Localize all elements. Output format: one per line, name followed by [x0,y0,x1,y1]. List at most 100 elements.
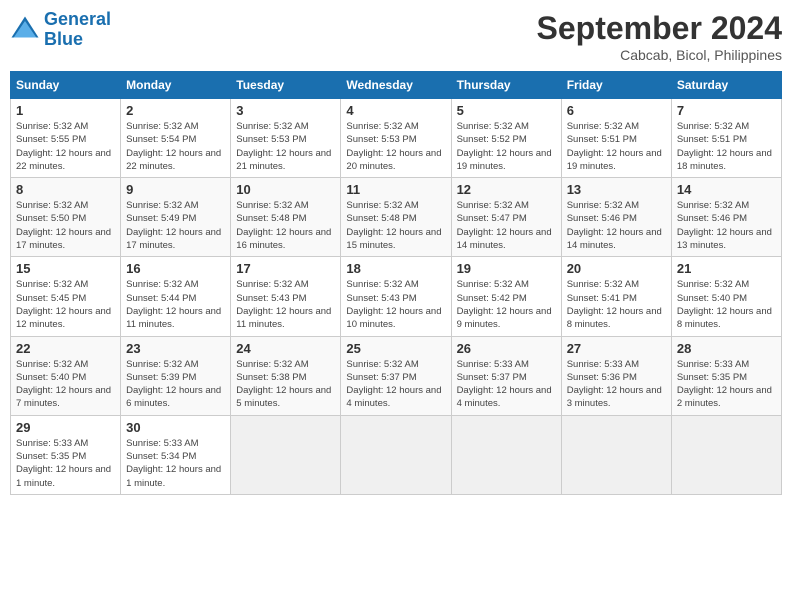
day-info: Sunrise: 5:32 AM Sunset: 5:51 PM Dayligh… [677,120,776,173]
calendar-week-row: 8 Sunrise: 5:32 AM Sunset: 5:50 PM Dayli… [11,178,782,257]
calendar-cell: 14 Sunrise: 5:32 AM Sunset: 5:46 PM Dayl… [671,178,781,257]
day-info: Sunrise: 5:32 AM Sunset: 5:46 PM Dayligh… [567,199,666,252]
day-info: Sunrise: 5:32 AM Sunset: 5:39 PM Dayligh… [126,358,225,411]
calendar-cell: 26 Sunrise: 5:33 AM Sunset: 5:37 PM Dayl… [451,336,561,415]
day-number: 4 [346,103,445,118]
day-number: 16 [126,261,225,276]
day-number: 22 [16,341,115,356]
calendar-cell: 3 Sunrise: 5:32 AM Sunset: 5:53 PM Dayli… [231,99,341,178]
weekday-header-tuesday: Tuesday [231,72,341,99]
weekday-header-row: SundayMondayTuesdayWednesdayThursdayFrid… [11,72,782,99]
calendar-cell: 25 Sunrise: 5:32 AM Sunset: 5:37 PM Dayl… [341,336,451,415]
day-info: Sunrise: 5:33 AM Sunset: 5:37 PM Dayligh… [457,358,556,411]
calendar-cell [671,415,781,494]
day-number: 12 [457,182,556,197]
logo-line1: General [44,9,111,29]
day-info: Sunrise: 5:32 AM Sunset: 5:47 PM Dayligh… [457,199,556,252]
calendar-cell: 4 Sunrise: 5:32 AM Sunset: 5:53 PM Dayli… [341,99,451,178]
day-info: Sunrise: 5:32 AM Sunset: 5:37 PM Dayligh… [346,358,445,411]
day-number: 27 [567,341,666,356]
day-info: Sunrise: 5:32 AM Sunset: 5:52 PM Dayligh… [457,120,556,173]
calendar-cell: 17 Sunrise: 5:32 AM Sunset: 5:43 PM Dayl… [231,257,341,336]
logo-icon [10,15,40,45]
day-info: Sunrise: 5:32 AM Sunset: 5:51 PM Dayligh… [567,120,666,173]
day-info: Sunrise: 5:33 AM Sunset: 5:35 PM Dayligh… [677,358,776,411]
day-number: 10 [236,182,335,197]
calendar-cell: 23 Sunrise: 5:32 AM Sunset: 5:39 PM Dayl… [121,336,231,415]
calendar-cell: 27 Sunrise: 5:33 AM Sunset: 5:36 PM Dayl… [561,336,671,415]
day-info: Sunrise: 5:32 AM Sunset: 5:49 PM Dayligh… [126,199,225,252]
day-info: Sunrise: 5:32 AM Sunset: 5:53 PM Dayligh… [346,120,445,173]
day-number: 1 [16,103,115,118]
calendar-cell: 19 Sunrise: 5:32 AM Sunset: 5:42 PM Dayl… [451,257,561,336]
page-header: General Blue September 2024 Cabcab, Bico… [10,10,782,63]
calendar-cell: 8 Sunrise: 5:32 AM Sunset: 5:50 PM Dayli… [11,178,121,257]
logo-line2: Blue [44,29,83,49]
day-info: Sunrise: 5:32 AM Sunset: 5:40 PM Dayligh… [677,278,776,331]
day-info: Sunrise: 5:32 AM Sunset: 5:55 PM Dayligh… [16,120,115,173]
day-info: Sunrise: 5:32 AM Sunset: 5:43 PM Dayligh… [236,278,335,331]
logo-text: General Blue [44,10,111,50]
day-number: 30 [126,420,225,435]
weekday-header-friday: Friday [561,72,671,99]
calendar-cell: 21 Sunrise: 5:32 AM Sunset: 5:40 PM Dayl… [671,257,781,336]
day-number: 11 [346,182,445,197]
day-info: Sunrise: 5:32 AM Sunset: 5:46 PM Dayligh… [677,199,776,252]
day-info: Sunrise: 5:33 AM Sunset: 5:36 PM Dayligh… [567,358,666,411]
day-number: 2 [126,103,225,118]
calendar-week-row: 22 Sunrise: 5:32 AM Sunset: 5:40 PM Dayl… [11,336,782,415]
calendar-week-row: 15 Sunrise: 5:32 AM Sunset: 5:45 PM Dayl… [11,257,782,336]
day-number: 13 [567,182,666,197]
logo: General Blue [10,10,111,50]
calendar-cell: 6 Sunrise: 5:32 AM Sunset: 5:51 PM Dayli… [561,99,671,178]
day-number: 5 [457,103,556,118]
day-info: Sunrise: 5:32 AM Sunset: 5:48 PM Dayligh… [236,199,335,252]
calendar-cell: 29 Sunrise: 5:33 AM Sunset: 5:35 PM Dayl… [11,415,121,494]
day-info: Sunrise: 5:32 AM Sunset: 5:48 PM Dayligh… [346,199,445,252]
day-number: 3 [236,103,335,118]
day-number: 6 [567,103,666,118]
day-number: 9 [126,182,225,197]
day-info: Sunrise: 5:33 AM Sunset: 5:35 PM Dayligh… [16,437,115,490]
calendar-table: SundayMondayTuesdayWednesdayThursdayFrid… [10,71,782,495]
day-info: Sunrise: 5:32 AM Sunset: 5:43 PM Dayligh… [346,278,445,331]
calendar-week-row: 29 Sunrise: 5:33 AM Sunset: 5:35 PM Dayl… [11,415,782,494]
day-number: 26 [457,341,556,356]
day-number: 8 [16,182,115,197]
weekday-header-thursday: Thursday [451,72,561,99]
calendar-cell: 15 Sunrise: 5:32 AM Sunset: 5:45 PM Dayl… [11,257,121,336]
calendar-cell: 13 Sunrise: 5:32 AM Sunset: 5:46 PM Dayl… [561,178,671,257]
calendar-cell: 28 Sunrise: 5:33 AM Sunset: 5:35 PM Dayl… [671,336,781,415]
weekday-header-sunday: Sunday [11,72,121,99]
day-info: Sunrise: 5:32 AM Sunset: 5:53 PM Dayligh… [236,120,335,173]
day-info: Sunrise: 5:32 AM Sunset: 5:38 PM Dayligh… [236,358,335,411]
day-number: 23 [126,341,225,356]
day-number: 7 [677,103,776,118]
calendar-cell: 22 Sunrise: 5:32 AM Sunset: 5:40 PM Dayl… [11,336,121,415]
calendar-cell: 9 Sunrise: 5:32 AM Sunset: 5:49 PM Dayli… [121,178,231,257]
day-number: 15 [16,261,115,276]
day-number: 17 [236,261,335,276]
calendar-cell: 10 Sunrise: 5:32 AM Sunset: 5:48 PM Dayl… [231,178,341,257]
calendar-cell [231,415,341,494]
title-block: September 2024 Cabcab, Bicol, Philippine… [537,10,782,63]
weekday-header-wednesday: Wednesday [341,72,451,99]
day-info: Sunrise: 5:32 AM Sunset: 5:41 PM Dayligh… [567,278,666,331]
day-info: Sunrise: 5:32 AM Sunset: 5:45 PM Dayligh… [16,278,115,331]
calendar-cell: 7 Sunrise: 5:32 AM Sunset: 5:51 PM Dayli… [671,99,781,178]
calendar-cell: 18 Sunrise: 5:32 AM Sunset: 5:43 PM Dayl… [341,257,451,336]
day-number: 14 [677,182,776,197]
day-number: 19 [457,261,556,276]
calendar-cell: 20 Sunrise: 5:32 AM Sunset: 5:41 PM Dayl… [561,257,671,336]
calendar-cell: 24 Sunrise: 5:32 AM Sunset: 5:38 PM Dayl… [231,336,341,415]
weekday-header-monday: Monday [121,72,231,99]
day-info: Sunrise: 5:32 AM Sunset: 5:42 PM Dayligh… [457,278,556,331]
calendar-cell [451,415,561,494]
calendar-week-row: 1 Sunrise: 5:32 AM Sunset: 5:55 PM Dayli… [11,99,782,178]
day-info: Sunrise: 5:32 AM Sunset: 5:40 PM Dayligh… [16,358,115,411]
calendar-cell: 5 Sunrise: 5:32 AM Sunset: 5:52 PM Dayli… [451,99,561,178]
calendar-cell: 30 Sunrise: 5:33 AM Sunset: 5:34 PM Dayl… [121,415,231,494]
calendar-cell: 11 Sunrise: 5:32 AM Sunset: 5:48 PM Dayl… [341,178,451,257]
day-info: Sunrise: 5:32 AM Sunset: 5:44 PM Dayligh… [126,278,225,331]
day-number: 21 [677,261,776,276]
